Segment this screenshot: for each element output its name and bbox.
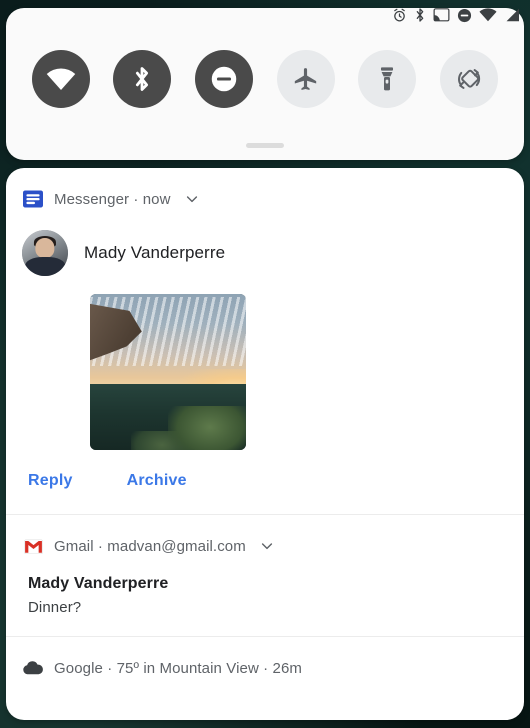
chevron-down-icon[interactable] [183,190,201,208]
bluetooth-tile[interactable] [113,50,172,108]
notification-google-weather[interactable]: Google · 75º in Mountain View · 26m [6,637,524,679]
bluetooth-icon [132,65,152,93]
flashlight-tile[interactable] [358,50,417,108]
quick-settings-panel [6,8,524,160]
airplane-icon [292,66,319,93]
wifi-tile[interactable] [31,50,90,108]
chevron-down-icon[interactable] [258,537,276,555]
message-image[interactable] [90,294,246,450]
gmail-notification-header[interactable]: Gmail · madvan@gmail.com [6,515,524,561]
cell-signal-icon [504,6,520,24]
status-bar [0,0,530,30]
google-header-text: Google · 75º in Mountain View · 26m [54,659,302,677]
bluetooth-icon [414,6,426,24]
quick-settings-tile-row [6,50,524,108]
cast-icon [433,6,450,24]
gmail-icon [22,535,44,557]
gmail-header-text: Gmail · madvan@gmail.com [54,537,246,555]
auto-rotate-tile[interactable] [440,50,499,108]
alarm-icon [392,6,407,24]
cloud-icon [22,657,44,679]
airplane-mode-tile[interactable] [276,50,335,108]
archive-action[interactable]: Archive [127,472,187,490]
gmail-notification-body: Mady Vanderperre Dinner? [6,561,524,616]
messenger-header-text: Messenger · now [54,190,171,208]
avatar [22,230,68,276]
do-not-disturb-icon [457,6,472,24]
notification-gmail[interactable]: Gmail · madvan@gmail.com Mady Vanderperr… [6,515,524,636]
wifi-icon [479,6,497,24]
sender-name: Mady Vanderperre [84,243,226,262]
auto-rotate-icon [455,65,483,93]
messenger-notification-header[interactable]: Messenger · now [6,168,524,214]
gmail-title: Mady Vanderperre [28,575,169,592]
gmail-subject: Dinner? [28,599,82,616]
reply-action[interactable]: Reply [28,472,73,490]
google-notification-header[interactable]: Google · 75º in Mountain View · 26m [6,637,524,679]
quick-settings-drag-handle[interactable] [246,143,284,148]
notification-shade-card: Messenger · now Mady Vanderperre Reply A… [6,168,524,720]
notification-messenger[interactable]: Messenger · now Mady Vanderperre Reply A… [6,168,524,514]
messenger-icon [22,188,44,210]
wifi-icon [46,68,76,91]
flashlight-icon [375,66,399,92]
messenger-action-row: Reply Archive [6,450,524,510]
messenger-sender-row: Mady Vanderperre [6,214,524,276]
do-not-disturb-tile[interactable] [195,50,254,108]
do-not-disturb-icon [210,65,238,93]
